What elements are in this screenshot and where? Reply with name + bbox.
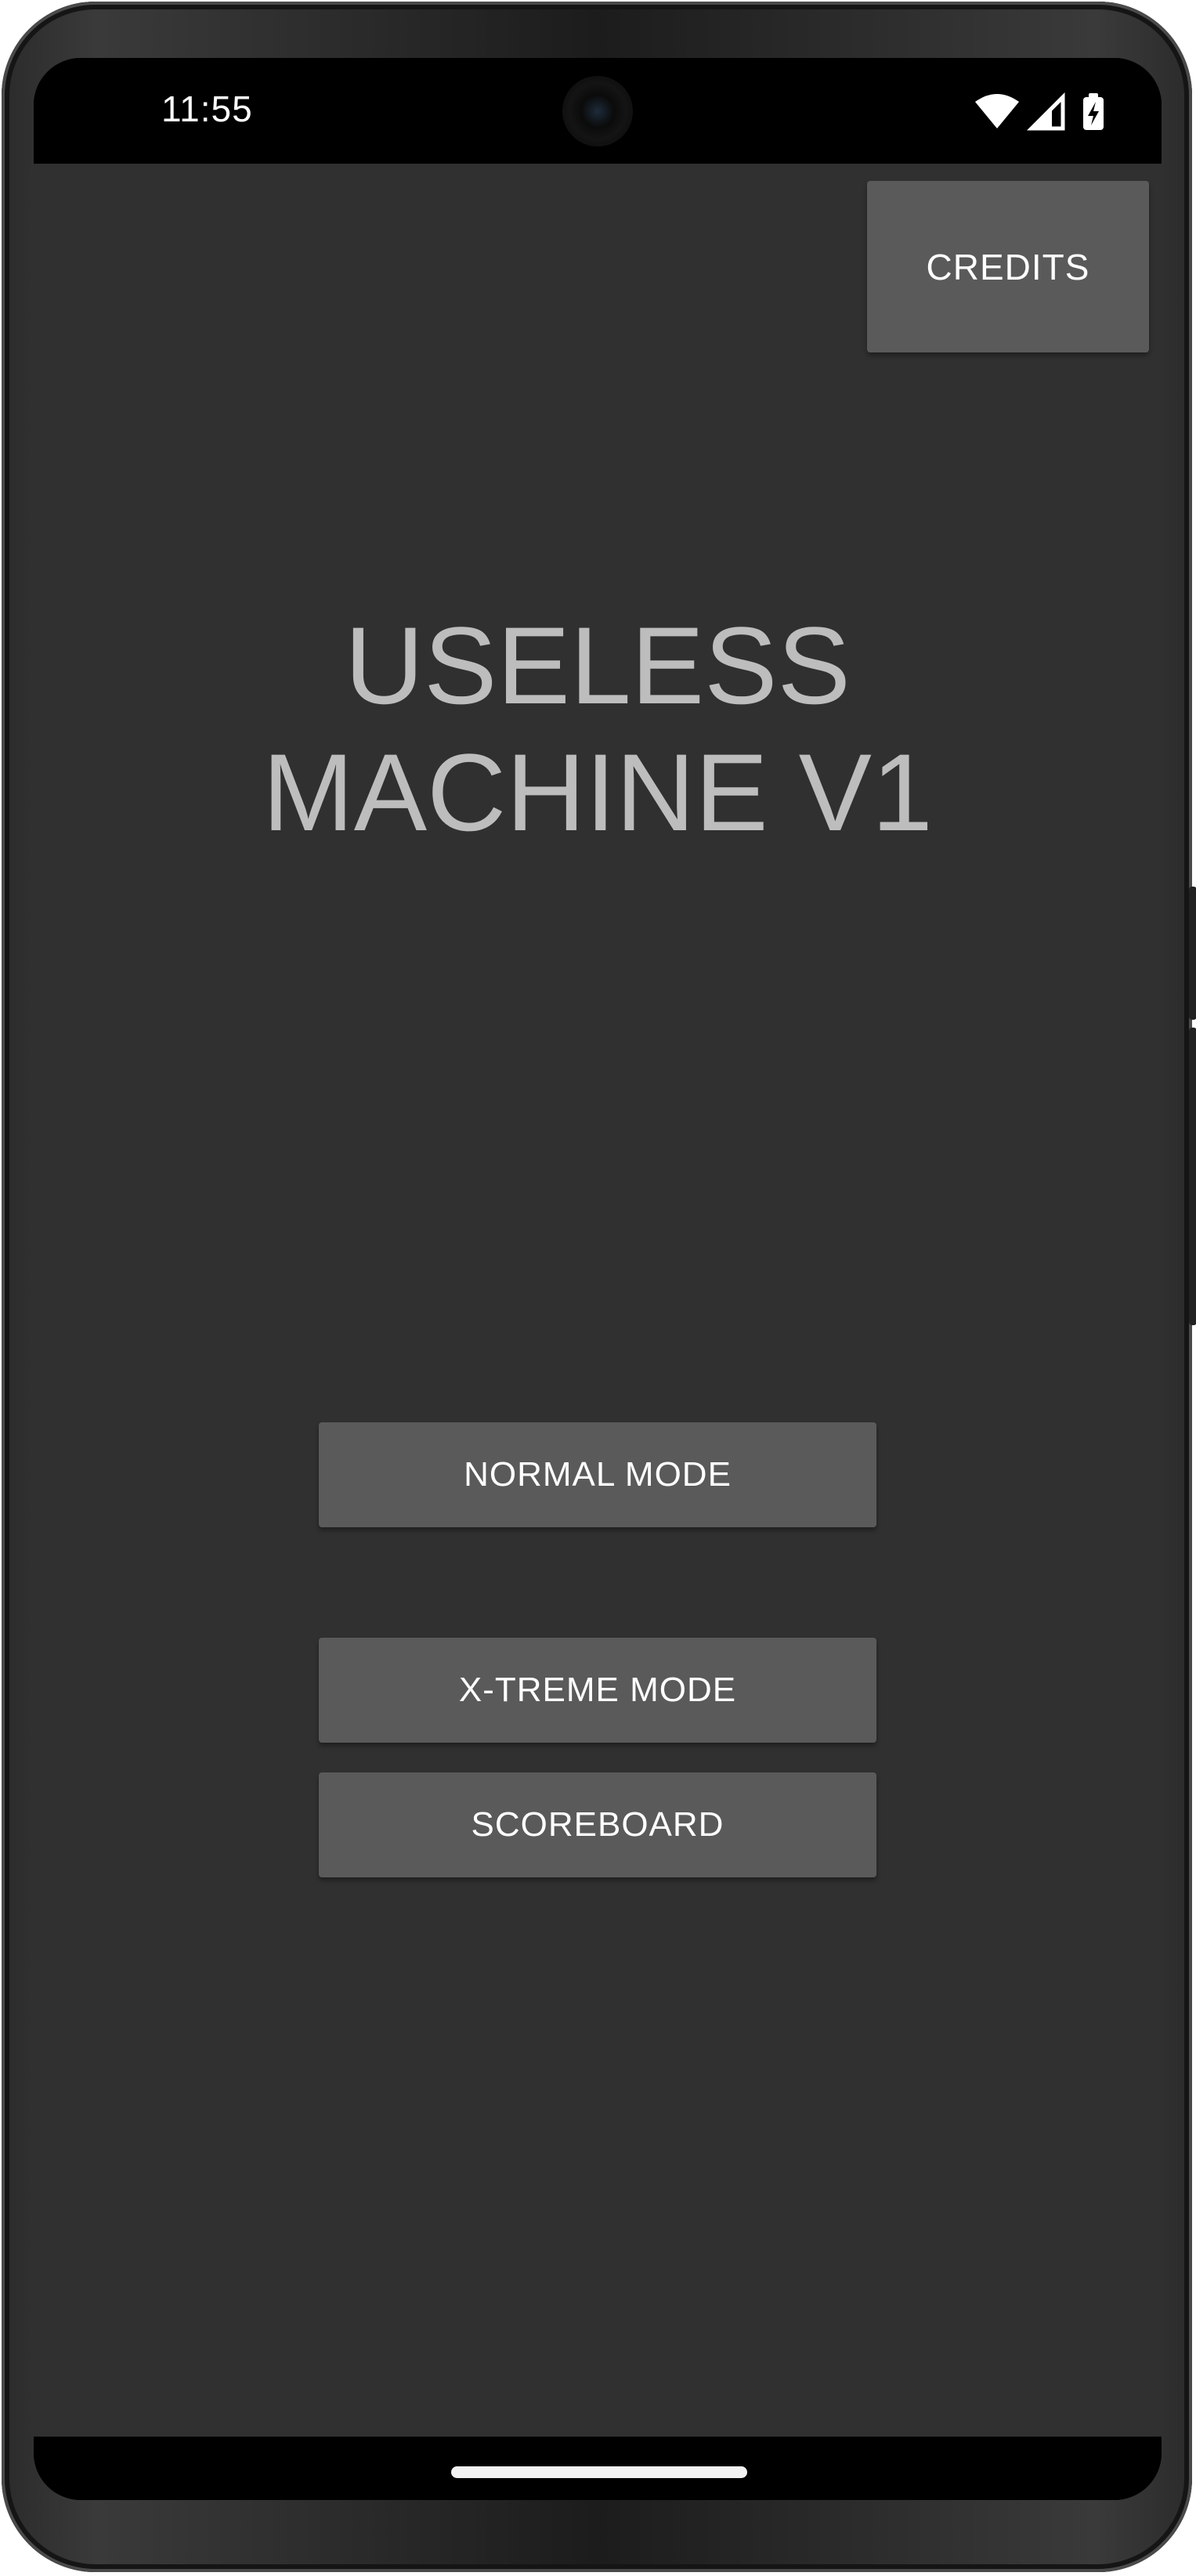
app-content: CREDITS USELESS MACHINE V1 NORMAL MODE X… — [34, 164, 1162, 2437]
battery-charging-icon — [1083, 93, 1104, 130]
xtreme-mode-button[interactable]: X-TREME MODE — [319, 1638, 876, 1743]
app-title-line-1: USELESS — [345, 604, 851, 727]
navigation-bar — [34, 2437, 1162, 2500]
scoreboard-button[interactable]: SCOREBOARD — [319, 1772, 876, 1877]
cellular-signal-icon — [1026, 92, 1065, 131]
home-gesture-handle[interactable] — [451, 2466, 747, 2478]
volume-button — [1189, 1028, 1196, 1325]
power-button — [1189, 887, 1196, 1020]
wifi-icon — [975, 94, 1019, 128]
screen: 11:55 CREDITS USELESS MACHINE V1 NORMAL … — [34, 58, 1162, 2500]
app-title-line-2: MACHINE V1 — [262, 731, 933, 854]
status-icons — [975, 92, 1104, 131]
front-camera-icon — [565, 78, 631, 144]
credits-button[interactable]: CREDITS — [867, 181, 1149, 352]
phone-frame: 11:55 CREDITS USELESS MACHINE V1 NORMAL … — [2, 2, 1196, 2572]
app-title: USELESS MACHINE V1 — [34, 602, 1162, 856]
status-bar: 11:55 — [34, 58, 1162, 164]
status-time: 11:55 — [161, 89, 253, 129]
normal-mode-button[interactable]: NORMAL MODE — [319, 1422, 876, 1527]
